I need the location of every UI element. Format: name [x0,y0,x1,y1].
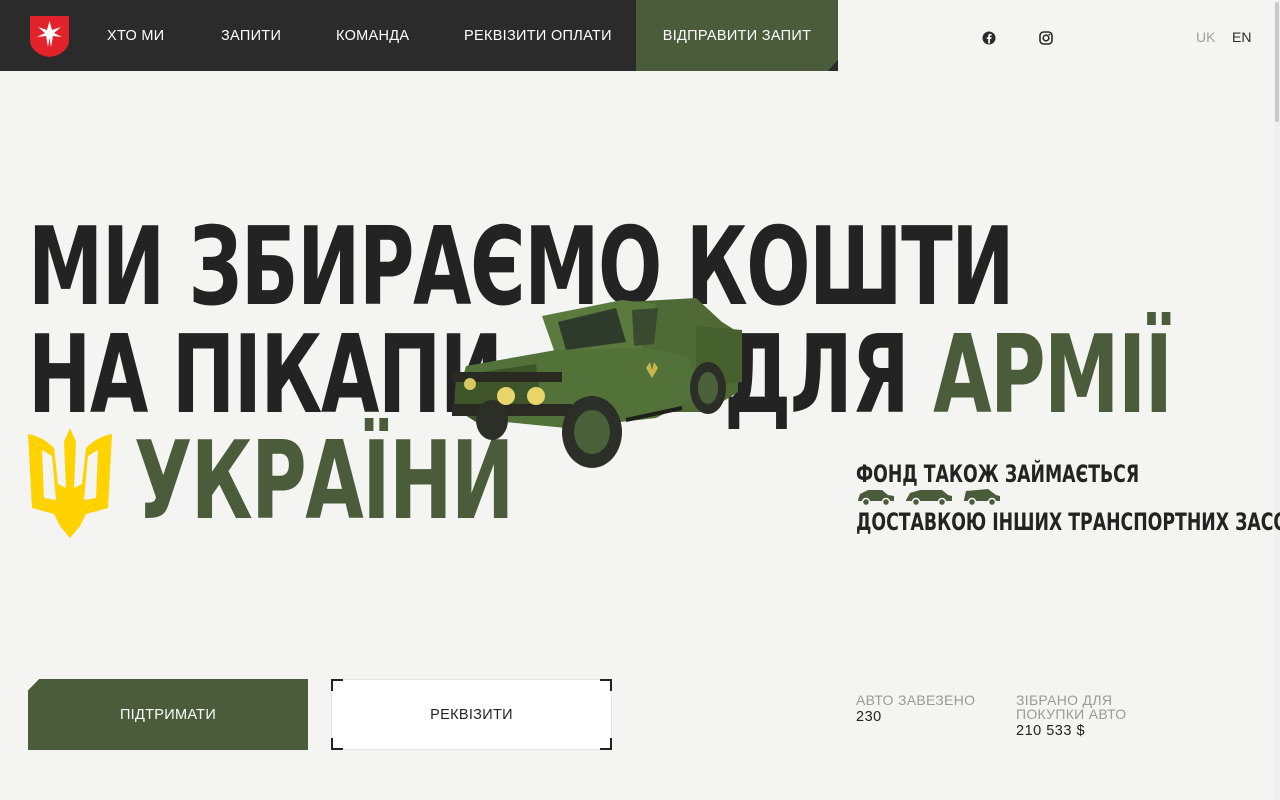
side-note-line-1: ФОНД ТАКОЖ ЗАЙМАЄТЬСЯ [856,460,1140,488]
hero-word-for: ДЛЯ [724,313,910,438]
details-button-label: РЕКВІЗИТИ [430,706,513,723]
corner-decoration [600,738,612,750]
scrollbar[interactable] [1274,0,1280,800]
pickup-truck-image [452,298,742,468]
corner-decoration [331,679,343,691]
corner-decoration [600,679,612,691]
side-note-line-2: ДОСТАВКОЮ ІНШИХ ТРАНСПОРТНИХ ЗАСОБІВ [856,508,1280,536]
raised-amount-value: 210 533 $ [1016,723,1086,739]
instagram-icon[interactable] [1038,30,1054,46]
logo-icon[interactable] [28,14,71,58]
lang-en[interactable]: EN [1232,29,1251,45]
details-button[interactable]: РЕКВІЗИТИ [331,679,612,750]
hero-headline-line-2-right: ДЛЯ АРМІЇ [724,322,1173,430]
trident-icon [28,428,112,538]
lang-uk[interactable]: UK [1196,29,1215,45]
nav-requests[interactable]: ЗАПИТИ [221,28,281,44]
nav-payment-details[interactable]: РЕКВІЗИТИ ОПЛАТИ [464,28,612,44]
support-button[interactable]: ПІДТРИМАТИ [28,679,308,750]
raised-label-line-1: ЗІБРАНО ДЛЯ [1016,692,1113,708]
van-icon [906,490,952,506]
cars-delivered-label: АВТО ЗАВЕЗЕНО [856,692,976,708]
nav-who-we-are[interactable]: ХТО МИ [107,28,165,44]
top-navbar: ХТО МИ ЗАПИТИ КОМАНДА РЕКВІЗИТИ ОПЛАТИ В… [0,0,838,71]
minivan-icon [964,489,1000,506]
send-request-button[interactable]: ВІДПРАВИТИ ЗАПИТ [636,0,838,71]
hero-word-army: АРМІЇ [933,313,1173,438]
nav-team[interactable]: КОМАНДА [336,28,409,44]
car-icon [858,490,894,506]
hero-headline-line-2: НА ПІКАПИ [28,313,503,438]
facebook-icon[interactable] [981,30,997,46]
corner-decoration [331,738,343,750]
cars-delivered-value: 230 [856,709,882,725]
raised-label-line-2: ПОКУПКИ АВТО [1016,706,1127,722]
